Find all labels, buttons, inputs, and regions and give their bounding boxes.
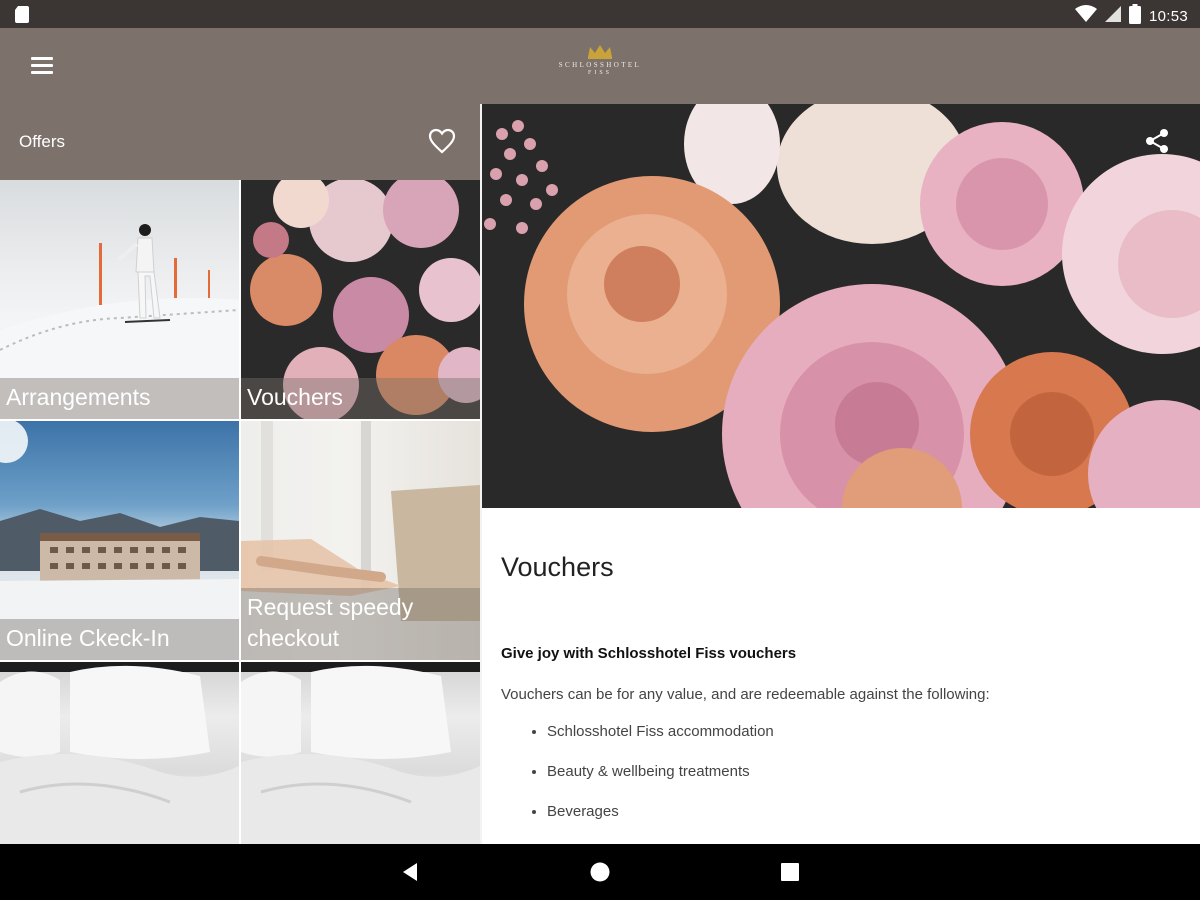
list-item: Beverages [547,803,1181,820]
tile-label: Online Ckeck-In [0,619,239,660]
list-item: Schlosshotel Fiss accommodation [547,723,1181,740]
tile-label: Arrangements [0,378,239,419]
redeemable-list: Schlosshotel Fiss accommodation Beauty &… [501,723,1181,820]
offer-detail-content: Vouchers Give joy with Schlosshotel Fiss… [501,508,1181,843]
detail-subtitle: Give joy with Schlosshotel Fiss vouchers [501,645,797,662]
hamburger-menu-icon[interactable] [22,48,62,84]
detail-title: Vouchers [501,552,614,582]
crown-icon [588,45,612,59]
hotel-logo: SCHLOSSHOTEL FISS [540,44,660,92]
home-icon[interactable] [588,860,612,884]
offer-tile-speedy-checkout[interactable]: Request speedy checkout [241,421,480,660]
bed-linen-image [241,662,480,844]
offer-detail-panel[interactable]: Vouchers Give joy with Schlosshotel Fiss… [482,104,1200,844]
logo-text-line2: FISS [587,70,612,76]
tile-label: Vouchers [241,378,480,419]
flowers-hero-image [482,104,1200,508]
sim-card-icon [14,6,30,28]
share-icon[interactable] [1144,128,1174,158]
offer-tile-bed-2[interactable] [241,662,480,844]
offer-tile-arrangements[interactable]: Arrangements [0,180,239,419]
back-icon[interactable] [398,860,422,884]
offers-header: Offers [0,104,480,180]
offer-tile-bed-1[interactable] [0,662,239,844]
tile-label: Request speedy checkout [241,588,480,660]
status-bar: 10:53 [0,0,1200,28]
clock: 10:53 [1148,8,1188,25]
app-bar: SCHLOSSHOTEL FISS [0,28,1200,104]
bed-linen-image [0,662,239,844]
offers-panel: Offers Arrangements Vouchers Online Ckec… [0,104,480,844]
recents-icon[interactable] [778,860,802,884]
offers-grid: Arrangements Vouchers Online Ckeck-In Re… [0,180,480,844]
battery-icon [1128,4,1141,29]
offer-tile-vouchers[interactable]: Vouchers [241,180,480,419]
offer-tile-online-check-in[interactable]: Online Ckeck-In [0,421,239,660]
cell-signal-icon [1104,5,1121,28]
logo-text-line1: SCHLOSSHOTEL [558,61,642,69]
offers-title: Offers [19,132,65,151]
system-nav-bar [0,844,1200,900]
heart-outline-icon[interactable] [428,128,458,156]
hero-image [482,104,1200,508]
detail-intro: Vouchers can be for any value, and are r… [501,686,990,703]
list-item: Beauty & wellbeing treatments [547,763,1181,780]
wifi-icon [1074,5,1097,28]
